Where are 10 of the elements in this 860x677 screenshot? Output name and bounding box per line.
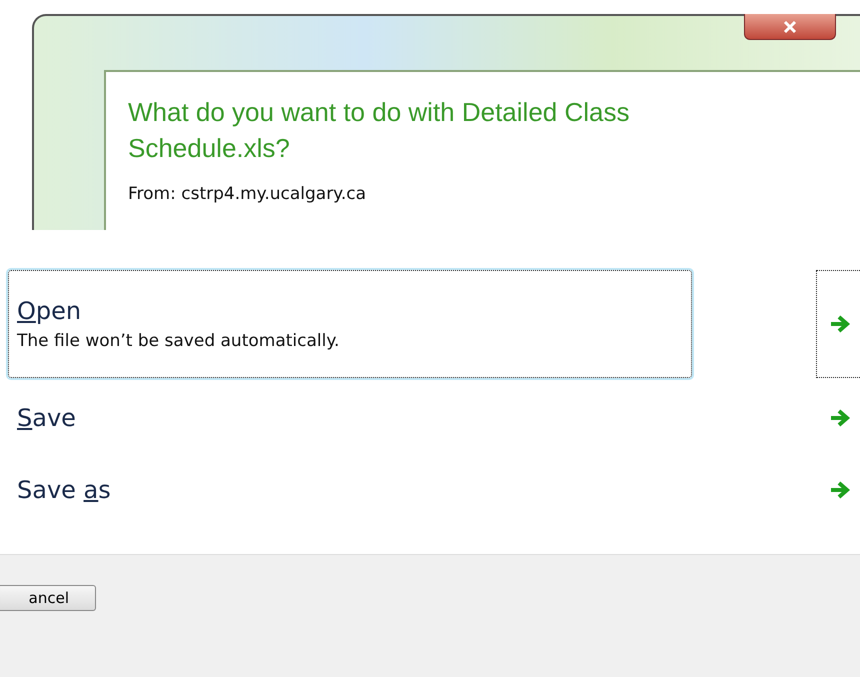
option-button[interactable]: Open The file won’t be saved automatically. xyxy=(8,270,692,378)
cancel-button[interactable]: ancel xyxy=(0,585,96,611)
source-text: From: cstrp4.my.ucalgary.ca xyxy=(128,184,367,204)
arrow-icon xyxy=(829,408,851,428)
arrow-icon xyxy=(829,314,851,334)
arrow-icon xyxy=(829,480,851,500)
arrow-button[interactable] xyxy=(816,270,860,378)
dialog-heading: What do you want to do with Detailed Class Schedule.xls? xyxy=(128,96,630,165)
close-icon xyxy=(783,20,797,34)
close-button[interactable] xyxy=(744,14,836,40)
